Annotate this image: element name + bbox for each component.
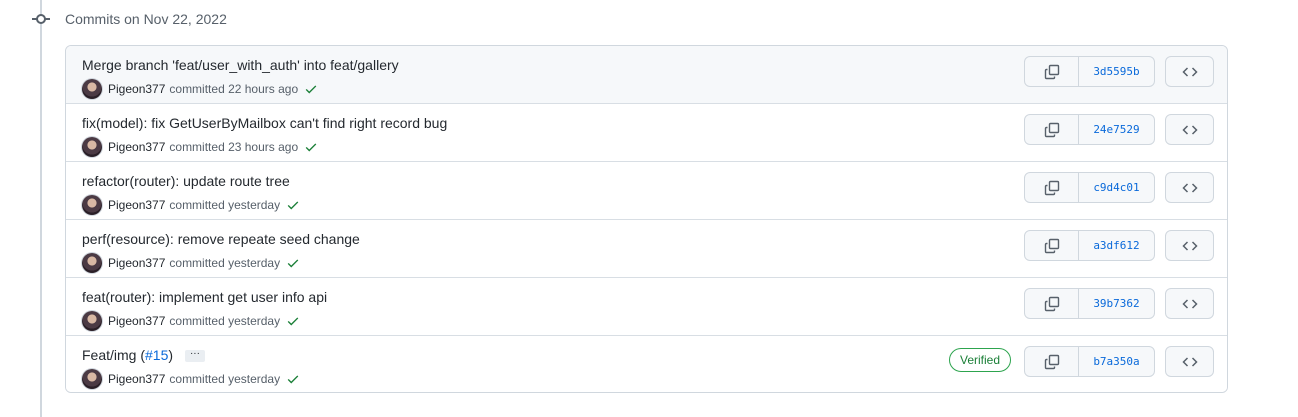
git-commit-icon <box>32 14 50 24</box>
commit-row: perf(resource): remove repeate seed chan… <box>66 220 1227 278</box>
expand-message-button[interactable]: ··· <box>184 349 205 363</box>
code-icon <box>1181 356 1198 367</box>
avatar[interactable] <box>82 311 102 331</box>
check-icon[interactable] <box>286 256 300 270</box>
sha-button-group: a3df612 <box>1024 230 1155 261</box>
code-icon <box>1181 298 1198 309</box>
check-icon[interactable] <box>286 314 300 328</box>
commit-message[interactable]: refactor(router): update route tree <box>82 173 290 189</box>
browse-repo-button[interactable] <box>1165 346 1214 377</box>
browse-repo-button[interactable] <box>1165 288 1214 319</box>
commit-row: refactor(router): update route tree Pige… <box>66 162 1227 220</box>
check-icon[interactable] <box>286 198 300 212</box>
commit-author[interactable]: Pigeon377 <box>108 140 165 154</box>
browse-repo-button[interactable] <box>1165 172 1214 203</box>
copy-sha-button[interactable] <box>1025 231 1079 260</box>
commit-meta: Pigeon377 committed 22 hours ago <box>82 79 318 99</box>
code-icon <box>1181 182 1198 193</box>
commit-author[interactable]: Pigeon377 <box>108 372 165 386</box>
sha-button-group: 3d5595b <box>1024 56 1155 87</box>
commit-time: committed yesterday <box>169 256 281 270</box>
commit-time: committed yesterday <box>169 372 281 386</box>
commit-group-title: Commits on Nov 22, 2022 <box>65 11 227 27</box>
avatar[interactable] <box>82 137 102 157</box>
commit-meta: Pigeon377 committed yesterday <box>82 311 300 331</box>
commit-sha-link[interactable]: c9d4c01 <box>1079 173 1154 202</box>
commit-meta: Pigeon377 committed 23 hours ago <box>82 137 318 157</box>
copy-icon <box>1044 122 1059 137</box>
avatar[interactable] <box>82 79 102 99</box>
commit-author[interactable]: Pigeon377 <box>108 314 165 328</box>
commit-time: committed yesterday <box>169 314 281 328</box>
copy-icon <box>1044 238 1059 253</box>
copy-icon <box>1044 354 1059 369</box>
copy-icon <box>1044 296 1059 311</box>
check-icon[interactable] <box>304 82 318 96</box>
commit-sha-link[interactable]: a3df612 <box>1079 231 1154 260</box>
commit-message[interactable]: perf(resource): remove repeate seed chan… <box>82 231 360 247</box>
commit-message[interactable]: fix(model): fix GetUserByMailbox can't f… <box>82 115 447 131</box>
pull-request-link[interactable]: #15 <box>145 347 168 363</box>
commit-sha-link[interactable]: b7a350a <box>1079 347 1154 376</box>
copy-sha-button[interactable] <box>1025 289 1079 318</box>
avatar[interactable] <box>82 253 102 273</box>
copy-sha-button[interactable] <box>1025 347 1079 376</box>
commit-row: Merge branch 'feat/user_with_auth' into … <box>66 46 1227 104</box>
code-icon <box>1181 66 1198 77</box>
code-icon <box>1181 240 1198 251</box>
avatar[interactable] <box>82 369 102 389</box>
copy-sha-button[interactable] <box>1025 115 1079 144</box>
browse-repo-button[interactable] <box>1165 230 1214 261</box>
sha-button-group: c9d4c01 <box>1024 172 1155 203</box>
commit-sha-link[interactable]: 3d5595b <box>1079 57 1154 86</box>
commit-message-text[interactable]: Feat/img ( <box>82 347 145 363</box>
commit-meta: Pigeon377 committed yesterday <box>82 195 300 215</box>
commit-message[interactable]: feat(router): implement get user info ap… <box>82 289 327 305</box>
commit-author[interactable]: Pigeon377 <box>108 198 165 212</box>
commit-sha-link[interactable]: 24e7529 <box>1079 115 1154 144</box>
sha-button-group: 39b7362 <box>1024 288 1155 319</box>
commit-message: Feat/img (#15) ··· <box>82 347 205 363</box>
browse-repo-button[interactable] <box>1165 114 1214 145</box>
commit-author[interactable]: Pigeon377 <box>108 82 165 96</box>
verified-badge[interactable]: Verified <box>949 348 1012 372</box>
browse-repo-button[interactable] <box>1165 56 1214 87</box>
commit-time: committed yesterday <box>169 198 281 212</box>
check-icon[interactable] <box>286 372 300 386</box>
commit-time: committed 23 hours ago <box>169 140 299 154</box>
commit-list: Merge branch 'feat/user_with_auth' into … <box>65 45 1228 393</box>
check-icon[interactable] <box>304 140 318 154</box>
commit-time: committed 22 hours ago <box>169 82 299 96</box>
sha-button-group: b7a350a <box>1024 346 1155 377</box>
commit-row: feat(router): implement get user info ap… <box>66 278 1227 336</box>
commit-row: fix(model): fix GetUserByMailbox can't f… <box>66 104 1227 162</box>
code-icon <box>1181 124 1198 135</box>
sha-button-group: 24e7529 <box>1024 114 1155 145</box>
copy-sha-button[interactable] <box>1025 173 1079 202</box>
commit-message-suffix[interactable]: ) <box>168 347 173 363</box>
copy-icon <box>1044 180 1059 195</box>
timeline-line <box>40 0 42 417</box>
commit-meta: Pigeon377 committed yesterday <box>82 253 300 273</box>
commit-meta: Pigeon377 committed yesterday <box>82 369 300 389</box>
copy-icon <box>1044 64 1059 79</box>
commit-message[interactable]: Merge branch 'feat/user_with_auth' into … <box>82 57 399 73</box>
copy-sha-button[interactable] <box>1025 57 1079 86</box>
commit-sha-link[interactable]: 39b7362 <box>1079 289 1154 318</box>
avatar[interactable] <box>82 195 102 215</box>
commit-author[interactable]: Pigeon377 <box>108 256 165 270</box>
commit-row: Feat/img (#15) ··· Pigeon377 committed y… <box>66 336 1227 392</box>
